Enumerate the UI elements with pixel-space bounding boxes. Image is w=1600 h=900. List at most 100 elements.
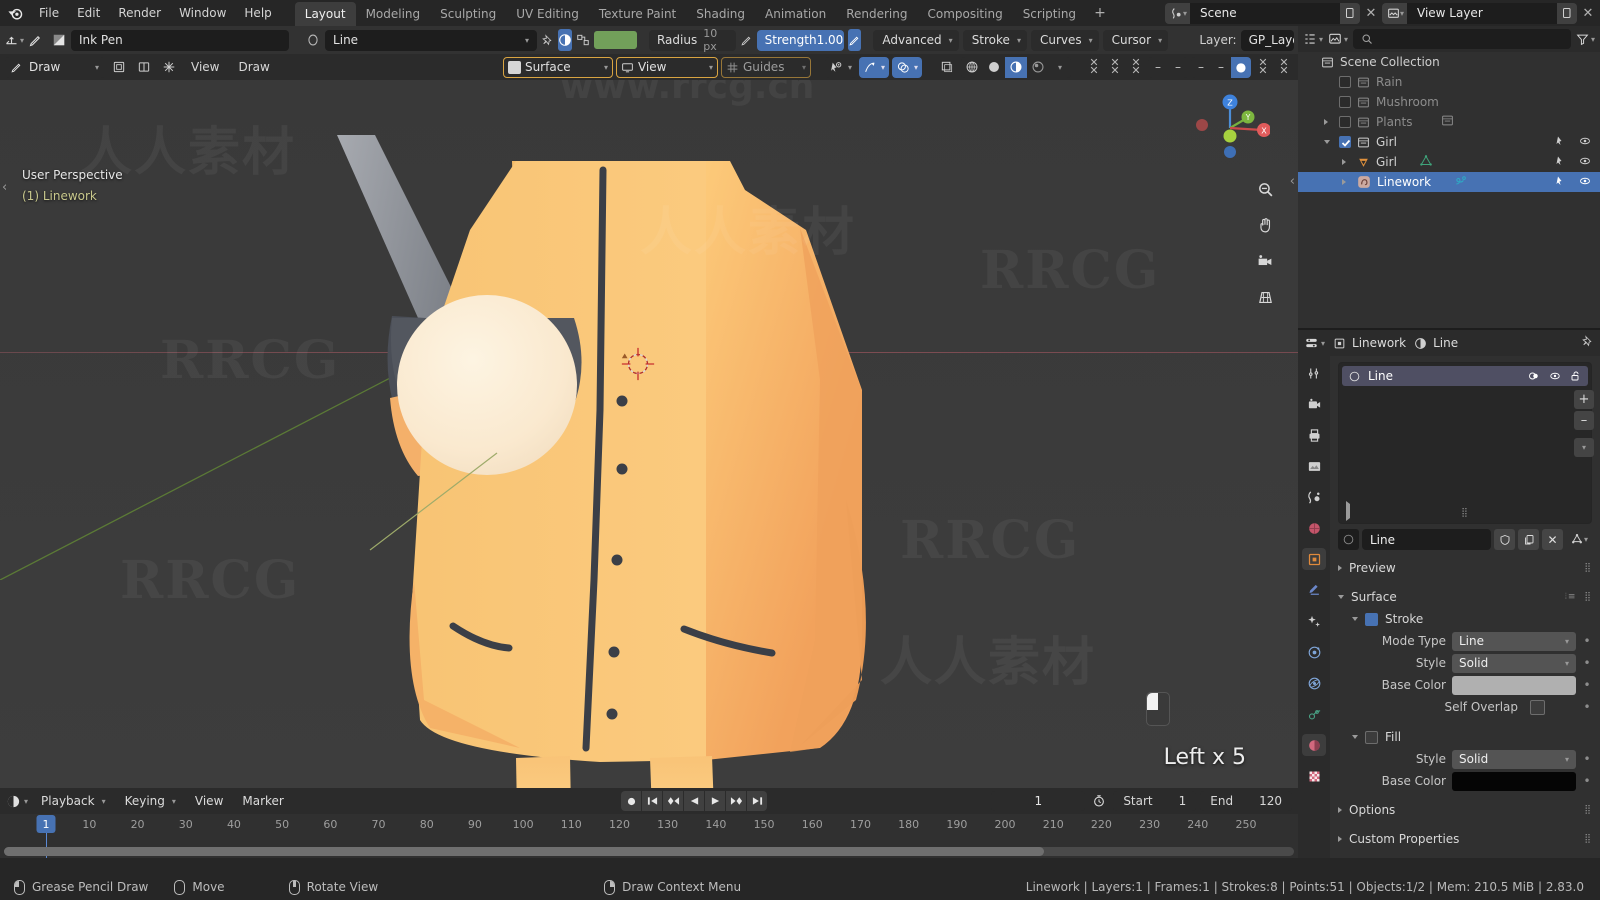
solid-shading-icon[interactable] [983, 57, 1005, 78]
workspace-tab-animation[interactable]: Animation [755, 2, 836, 26]
scene-icon[interactable]: ▾ [1164, 2, 1190, 24]
stroke-base-color-swatch[interactable] [1452, 675, 1576, 695]
eye-icon[interactable] [1578, 175, 1592, 190]
tab-output[interactable] [1302, 424, 1326, 446]
tab-render[interactable] [1302, 393, 1326, 415]
view-layer-selector[interactable]: ▾ View Layer [1381, 2, 1577, 24]
toggle-1a[interactable]: – [1148, 57, 1168, 78]
shading-dropdown-icon[interactable]: ▾ [1049, 57, 1071, 78]
cursor-menu[interactable]: Cursor ▾ [1102, 29, 1169, 51]
strength-slider[interactable]: Strength 1.000 [756, 29, 845, 51]
advanced-menu[interactable]: Advanced ▾ [873, 29, 959, 51]
tab-physics[interactable] [1302, 672, 1326, 694]
navigation-gizmo[interactable]: Z Y X [1190, 88, 1270, 168]
workspace-tab-sculpting[interactable]: Sculpting [430, 2, 506, 26]
surface-panel-list-icon[interactable]: ⦙≡ [1565, 592, 1577, 602]
duplicate-material-button[interactable] [1518, 529, 1539, 550]
viewport-sidebar-toggle-left[interactable]: ‹ [2, 180, 7, 195]
material-name-field[interactable]: Line [1362, 529, 1491, 550]
playback-controls[interactable] [621, 791, 768, 811]
workspace-tab-scripting[interactable]: Scripting [1013, 2, 1086, 26]
eye-icon[interactable] [1578, 155, 1592, 170]
add-material-slot-button[interactable]: + [1574, 390, 1594, 409]
tab-visual-effects[interactable] [1302, 610, 1326, 632]
play-button[interactable] [705, 791, 726, 811]
workspace-tab-layout[interactable]: Layout [294, 2, 356, 26]
timeline-playhead[interactable]: 1 [36, 815, 56, 833]
surface-panel-header[interactable]: Surface ⦙≡ ⣿ [1338, 586, 1592, 608]
guides-selector[interactable]: Guides ▾ [720, 56, 811, 78]
multiframe-icon[interactable] [133, 57, 155, 78]
self-overlap-checkbox[interactable] [1530, 699, 1545, 715]
filter-icon-3[interactable]: ✕ ✕ [1127, 57, 1145, 78]
edit-lines-icon[interactable] [108, 57, 130, 78]
outliner-row-rain[interactable]: Rain [1298, 72, 1600, 92]
outliner-row-mushroom[interactable]: Mushroom [1298, 92, 1600, 112]
stroke-enable-checkbox[interactable] [1365, 612, 1378, 626]
workspace-tab-compositing[interactable]: Compositing [917, 2, 1012, 26]
material-slot-row[interactable]: Line [1342, 366, 1588, 386]
preview-panel-grip[interactable]: ⣿ [1584, 563, 1592, 573]
stroke-base-color-animate-dot[interactable]: • [1582, 678, 1592, 692]
stroke-menu[interactable]: Stroke ▾ [962, 29, 1027, 51]
custom-properties-panel-grip[interactable]: ⣿ [1584, 834, 1592, 844]
properties-editor-type[interactable]: ▾ [1304, 336, 1325, 350]
current-frame-field[interactable]: 1 [991, 791, 1086, 811]
pan-icon[interactable] [1252, 212, 1278, 238]
outliner-search-input[interactable] [1353, 29, 1571, 49]
xray-toggle-icon[interactable] [936, 57, 958, 78]
outliner-expand-toggle[interactable] [1342, 159, 1351, 165]
material-preview-type-button[interactable]: ▾ [1566, 529, 1592, 550]
jump-start-button[interactable] [642, 791, 663, 811]
tab-texture[interactable] [1302, 765, 1326, 787]
selectable-icon[interactable] [1555, 135, 1568, 150]
outliner-checkbox[interactable] [1339, 136, 1351, 148]
eye-icon[interactable] [1578, 135, 1592, 150]
surface-panel-grip[interactable]: ⣿ [1584, 592, 1592, 602]
outliner-row-scene-collection[interactable]: Scene Collection [1298, 52, 1600, 72]
breadcrumb-material-group[interactable]: Line [1414, 336, 1458, 350]
stroke-style-dropdown[interactable]: Solid ▾ [1452, 653, 1576, 673]
tab-particles[interactable] [1302, 641, 1326, 663]
outliner-display-mode[interactable]: ▾ [1328, 32, 1348, 46]
view-layer-name[interactable]: View Layer [1407, 2, 1557, 24]
radius-pressure-icon[interactable] [740, 29, 753, 51]
overlays-selector[interactable]: ▾ [891, 56, 922, 78]
next-keyframe-button[interactable] [726, 791, 747, 811]
fake-user-button[interactable] [1494, 529, 1515, 550]
fill-base-color-animate-dot[interactable]: • [1582, 774, 1592, 788]
material-selector[interactable]: Line ▾ [325, 29, 538, 51]
tab-scene[interactable] [1302, 486, 1326, 508]
filter-icon-4[interactable]: ✕ ✕ [1254, 57, 1272, 78]
stroke-placement-selector[interactable]: Surface ▾ [502, 56, 613, 78]
add-workspace-button[interactable]: + [1086, 3, 1114, 23]
selectable-icon[interactable] [1555, 175, 1568, 190]
menu-file[interactable]: File [30, 2, 68, 24]
rendered-shading-icon[interactable] [1027, 57, 1049, 78]
fill-subpanel-header[interactable]: Fill [1338, 726, 1592, 748]
brush-name-field[interactable]: Ink Pen [71, 29, 290, 51]
toggle-2b[interactable]: – [1211, 57, 1231, 78]
outliner-checkbox[interactable] [1339, 96, 1351, 108]
mode-selector[interactable]: Draw ▾ [5, 56, 105, 78]
auto-key-icon[interactable] [1089, 791, 1109, 811]
options-panel-grip[interactable]: ⣿ [1584, 805, 1592, 815]
material-browse-icon[interactable] [1338, 529, 1359, 550]
material-slot-list[interactable]: Line ⣿ [1338, 362, 1592, 524]
material-mode-icon[interactable] [558, 29, 573, 51]
curves-menu[interactable]: Curves ▾ [1030, 29, 1099, 51]
workspace-tab-modeling[interactable]: Modeling [356, 2, 431, 26]
radius-slider[interactable]: Radius 10 px [648, 27, 736, 53]
brush-color-swatch[interactable] [594, 31, 637, 49]
toggle-2a[interactable]: – [1191, 57, 1211, 78]
new-view-layer-button[interactable] [1557, 2, 1577, 24]
wireframe-shading-icon[interactable] [961, 57, 983, 78]
outliner-expand-toggle[interactable] [1324, 140, 1333, 144]
menu-help[interactable]: Help [235, 2, 280, 24]
remove-material-slot-button[interactable]: – [1574, 411, 1594, 430]
pin-properties-icon[interactable] [1581, 335, 1594, 351]
mode-type-dropdown[interactable]: Line ▾ [1452, 631, 1576, 651]
outliner-row-girl[interactable]: Girl [1298, 152, 1600, 172]
menu-render[interactable]: Render [109, 2, 170, 24]
material-list-grip[interactable]: ⣿ [1461, 508, 1469, 518]
